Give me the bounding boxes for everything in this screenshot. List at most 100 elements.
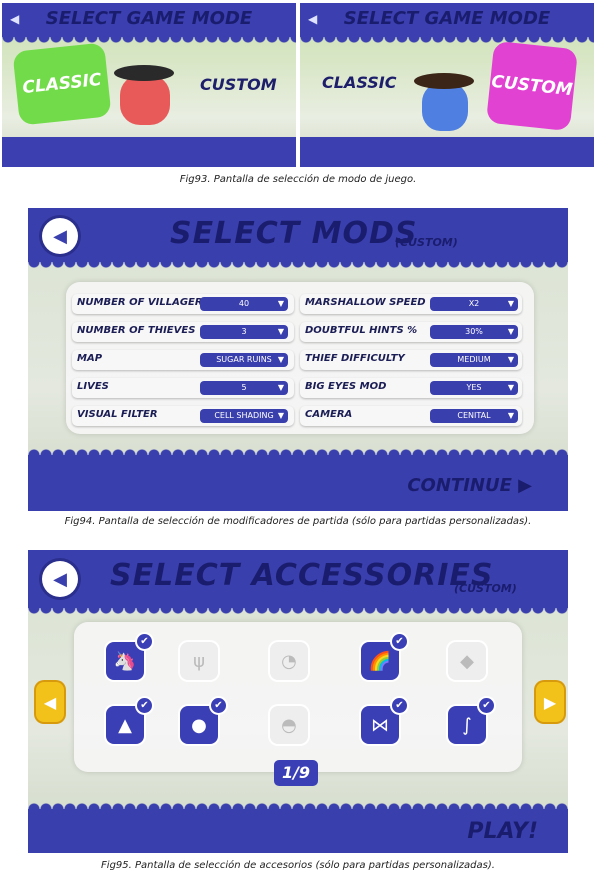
checkmark-icon: ✔ xyxy=(137,698,152,713)
mod-dropdown[interactable]: 40 ▼ xyxy=(200,297,288,311)
chevron-down-icon: ▼ xyxy=(507,383,514,392)
mod-dropdown[interactable]: 3 ▼ xyxy=(200,325,288,339)
classic-button[interactable]: CLASSIC xyxy=(322,73,397,92)
mod-row: MAP SUGAR RUINS ▼ xyxy=(72,350,294,370)
accessory-slot[interactable]: ◓ xyxy=(270,706,308,744)
scallop-divider xyxy=(300,37,594,45)
mod-row: THIEF DIFFICULTY MEDIUM ▼ xyxy=(300,350,522,370)
mod-value: SUGAR RUINS xyxy=(216,355,272,364)
screen-title: SELECT GAME MODE xyxy=(45,8,253,29)
back-icon: ◀ xyxy=(53,225,67,247)
mod-dropdown[interactable]: 30% ▼ xyxy=(430,325,518,339)
mod-row: DOUBTFUL HINTS % 30% ▼ xyxy=(300,322,522,342)
mod-dropdown[interactable]: X2 ▼ xyxy=(430,297,518,311)
mod-label: NUMBER OF VILLAGERS xyxy=(77,297,210,308)
caption-fig94: Fig94. Pantalla de selección de modifica… xyxy=(64,516,532,527)
mod-value: 30% xyxy=(465,327,483,336)
back-icon: ◀ xyxy=(43,692,57,712)
beanie-icon: ◓ xyxy=(281,714,297,736)
bow-tie-icon: ⋈ xyxy=(371,714,389,736)
play-arrow-icon: ▶ xyxy=(518,475,532,496)
rainbow-icon: 🌈 xyxy=(368,650,392,672)
footer-bar: PLAY! xyxy=(28,801,568,853)
mod-label: THIEF DIFFICULTY xyxy=(305,353,405,364)
mod-dropdown[interactable]: MEDIUM ▼ xyxy=(430,353,518,367)
accessory-slot[interactable]: ◔ xyxy=(270,642,308,680)
accessory-slot[interactable]: ∫ ✔ xyxy=(448,698,494,744)
page-title: SELECT ACCESSORIES xyxy=(110,558,494,593)
continue-label: CONTINUE xyxy=(407,475,512,496)
bottom-bar xyxy=(2,137,296,167)
chevron-down-icon: ▼ xyxy=(277,299,284,308)
chevron-down-icon: ▼ xyxy=(277,411,284,420)
custom-label: CUSTOM xyxy=(490,71,574,101)
classic-button[interactable]: CLASSIC xyxy=(12,42,112,126)
accessory-slot[interactable]: ▲ ✔ xyxy=(106,698,152,744)
select-mods-screen: ◀ SELECT MODS (CUSTOM) NUMBER OF VILLAGE… xyxy=(28,208,568,511)
mod-label: VISUAL FILTER xyxy=(77,409,158,420)
custom-button[interactable]: CUSTOM xyxy=(200,75,277,94)
mod-value: CENITAL xyxy=(457,411,491,420)
mod-value: YES xyxy=(466,383,482,392)
mod-label: NUMBER OF THIEVES xyxy=(77,325,196,336)
cane-icon: ∫ xyxy=(462,714,472,736)
chevron-down-icon: ▼ xyxy=(507,355,514,364)
chevron-down-icon: ▼ xyxy=(277,383,284,392)
mod-value: X2 xyxy=(468,299,480,308)
page-subtitle: (CUSTOM) xyxy=(395,236,458,249)
back-button[interactable]: ◀ xyxy=(42,561,78,597)
play-button[interactable]: PLAY! xyxy=(467,819,538,844)
caption-fig95: Fig95. Pantalla de selección de accesori… xyxy=(101,860,495,871)
top-bar: ◀ SELECT GAME MODE xyxy=(300,3,594,37)
chevron-down-icon: ▼ xyxy=(277,327,284,336)
scallop-divider xyxy=(28,801,568,809)
next-icon: ▶ xyxy=(543,692,557,712)
top-bar: ◀ SELECT GAME MODE xyxy=(2,3,296,37)
mod-row: BIG EYES MOD YES ▼ xyxy=(300,378,522,398)
mod-value: CELL SHADING xyxy=(214,411,274,420)
cowboy-hat-icon xyxy=(114,65,174,81)
accessory-slot[interactable]: ψ xyxy=(180,642,218,680)
mod-dropdown[interactable]: 5 ▼ xyxy=(200,381,288,395)
antlers-icon: ψ xyxy=(193,650,205,672)
mod-row: LIVES 5 ▼ xyxy=(72,378,294,398)
checkmark-icon: ✔ xyxy=(211,698,226,713)
accessory-slot[interactable]: ● ✔ xyxy=(180,698,226,744)
mod-dropdown[interactable]: SUGAR RUINS ▼ xyxy=(200,353,288,367)
back-icon: ◀ xyxy=(53,568,67,590)
scallop-divider xyxy=(28,608,568,616)
accessory-slot[interactable]: ◆ xyxy=(448,642,486,680)
checkmark-icon: ✔ xyxy=(479,698,494,713)
mod-row: VISUAL FILTER CELL SHADING ▼ xyxy=(72,406,294,426)
bottom-bar xyxy=(300,137,594,167)
chevron-down-icon: ▼ xyxy=(507,299,514,308)
caption-fig93: Fig93. Pantalla de selección de modo de … xyxy=(179,174,417,185)
mod-dropdown[interactable]: CENITAL ▼ xyxy=(430,409,518,423)
continue-button[interactable]: CONTINUE ▶ xyxy=(407,475,532,496)
next-page-button[interactable]: ▶ xyxy=(536,682,564,722)
accessory-slot[interactable]: ⋈ ✔ xyxy=(361,698,407,744)
party-hat-icon: ▲ xyxy=(118,714,132,736)
mod-dropdown[interactable]: YES ▼ xyxy=(430,381,518,395)
gem-icon: ◆ xyxy=(460,650,474,672)
back-button[interactable]: ◀ xyxy=(42,218,78,254)
mod-value: 3 xyxy=(241,327,247,336)
character-blue xyxy=(422,83,468,131)
accessory-slot[interactable]: 🌈 ✔ xyxy=(361,634,407,680)
accessory-slot[interactable]: 🦄 ✔ xyxy=(106,634,152,680)
page-title: SELECT MODS xyxy=(170,216,418,251)
scallop-divider xyxy=(28,262,568,270)
prev-page-button[interactable]: ◀ xyxy=(36,682,64,722)
checkmark-icon: ✔ xyxy=(392,698,407,713)
chevron-down-icon: ▼ xyxy=(507,411,514,420)
cowboy-hat-icon xyxy=(414,73,474,89)
unicorn-horn-icon: 🦄 xyxy=(113,650,137,672)
checkmark-icon: ✔ xyxy=(392,634,407,649)
select-accessories-screen: ◀ SELECT ACCESSORIES (CUSTOM) ◀ ▶ 🦄 ✔ ψ ◔ 🌈 ✔… xyxy=(28,550,568,853)
mod-row: NUMBER OF THIEVES 3 ▼ xyxy=(72,322,294,342)
character-red xyxy=(120,75,170,125)
mod-row: MARSHALLOW SPEED X2 ▼ xyxy=(300,294,522,314)
mod-label: MAP xyxy=(77,353,103,364)
mod-dropdown[interactable]: CELL SHADING ▼ xyxy=(200,409,288,423)
custom-button[interactable]: CUSTOM xyxy=(485,40,579,132)
